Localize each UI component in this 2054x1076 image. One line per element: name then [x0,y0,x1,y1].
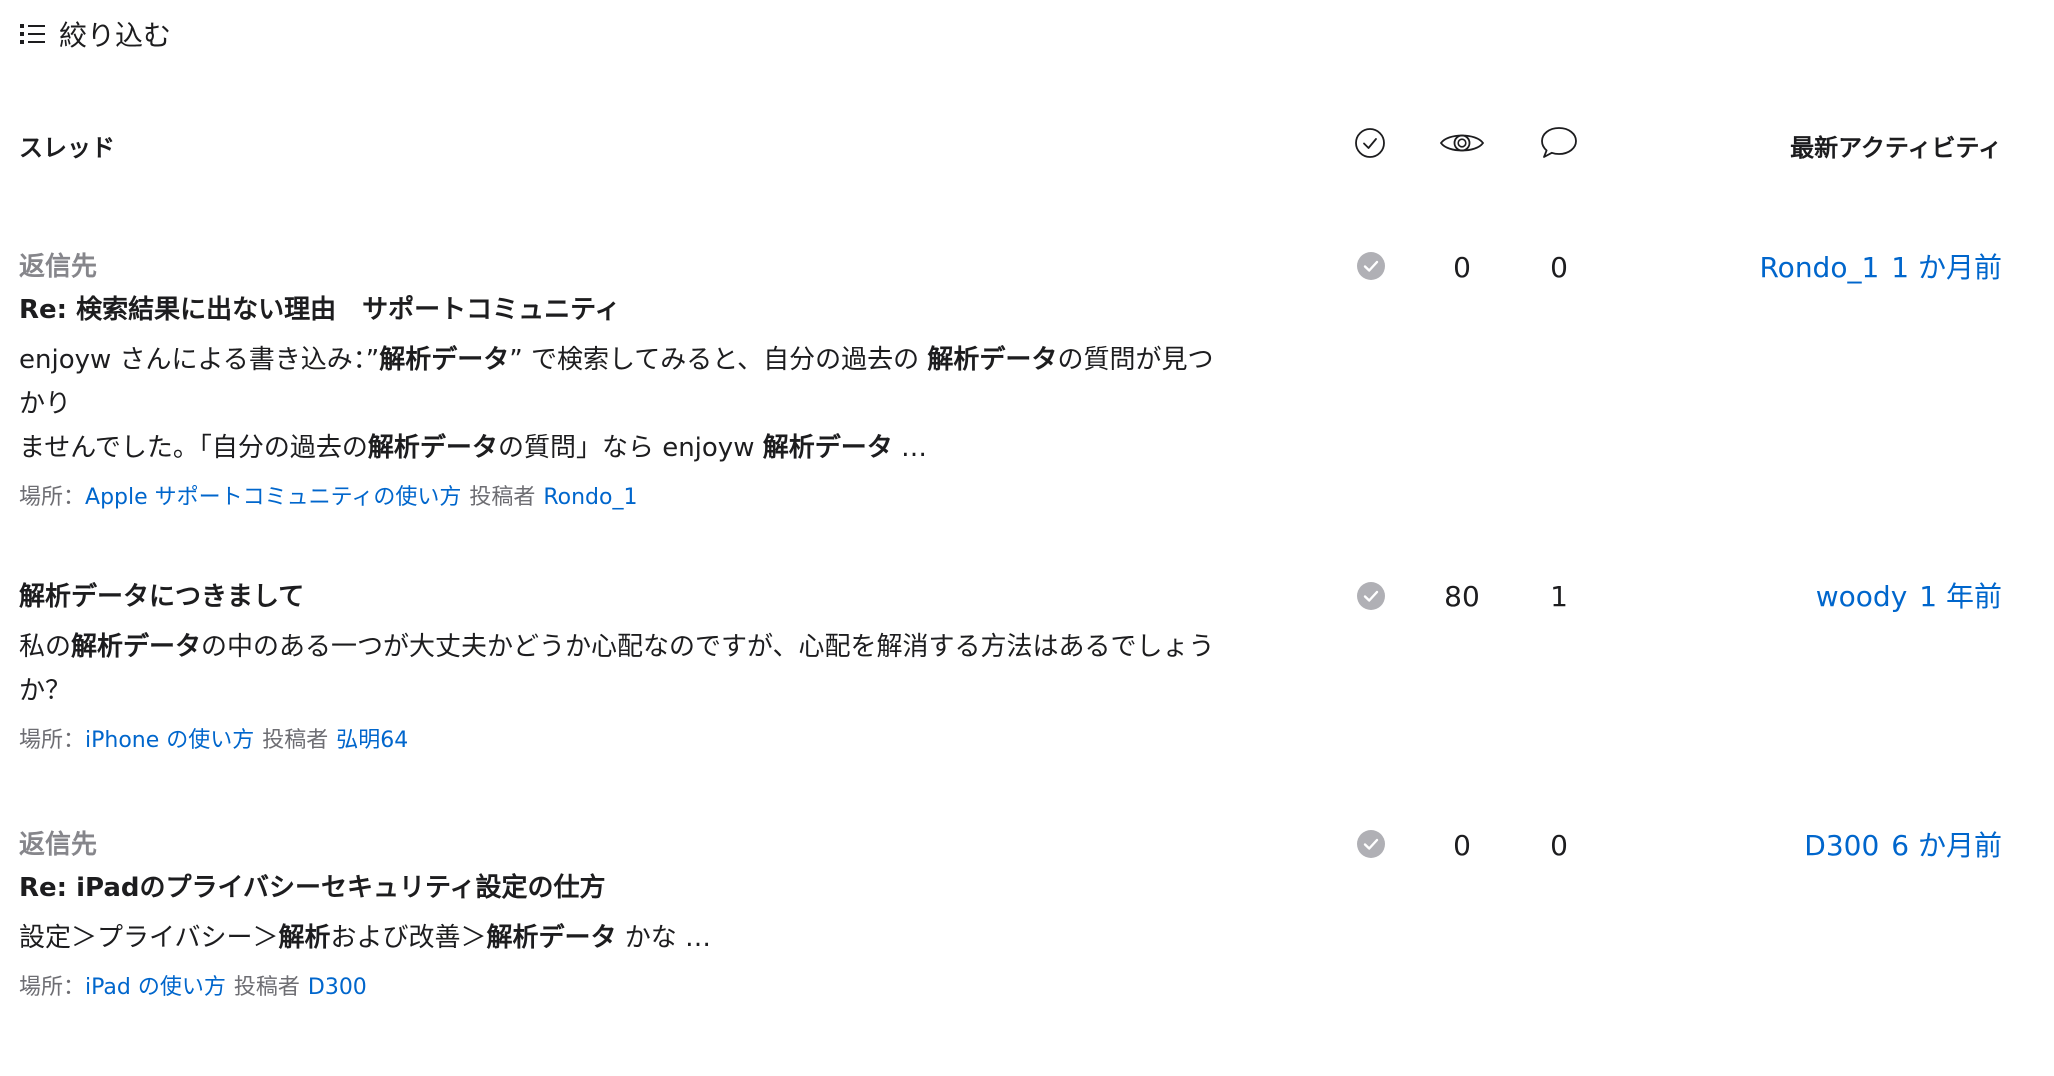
filter-button[interactable]: 絞り込む [19,14,171,54]
latest-time-link[interactable]: 1 か月前 [1891,251,2002,284]
poster-label: 投稿者 [233,975,300,1000]
excerpt-text: かな … [616,923,712,953]
poster-label: 投稿者 [262,728,329,753]
location-label: 場所： [19,975,86,1000]
highlighted-term: 解析データ [379,345,510,375]
excerpt-text: … [892,433,928,463]
excerpt-text: enjoyw さんによる書き込み：” [19,345,380,375]
poster-link[interactable]: Rondo_1 [543,485,637,510]
header-thread: スレッド [19,134,115,162]
thread-excerpt: enjoyw さんによる書き込み：”解析データ” で検索してみると、自分の過去の… [19,338,1229,470]
location-label: 場所： [19,728,86,753]
reply-to-label: 返信先 [19,830,98,860]
excerpt-text: ” で検索してみると、自分の過去の [509,345,928,375]
excerpt-text: および改善＞ [330,923,487,953]
highlighted-term: 解析データ [486,923,617,953]
views-count: 0 [1453,829,1471,862]
list-filter-icon [20,24,45,44]
highlighted-term: 解析データ [367,433,498,463]
header-solved [1350,120,1390,166]
thread-excerpt: 設定＞プライバシー＞解析および改善＞解析データ かな … [19,916,1229,960]
solved-badge-icon [1357,830,1385,858]
latest-user-link[interactable]: Rondo_1 [1759,251,1879,284]
thread-meta: 場所：Apple サポートコミュニティの使い方 投稿者 Rondo_1 [19,480,1229,516]
table-header: スレッド 最新アクティビティ [0,120,2054,170]
thread-meta: 場所：iPad の使い方 投稿者 D300 [19,970,1229,1006]
highlighted-term: 解析データ [71,632,202,662]
solved-badge-icon [1357,582,1385,610]
replies-count: 0 [1550,251,1568,284]
latest-time-link[interactable]: 1 年前 [1919,580,2002,613]
latest-activity[interactable]: woody 1 年前 [1816,579,2002,615]
thread-title[interactable]: 解析データにつきまして [19,577,1229,617]
highlighted-term: 解析データ [927,345,1058,375]
views-count: 80 [1444,580,1480,613]
reply-to-label: 返信先 [19,252,98,282]
header-views [1432,120,1492,166]
poster-link[interactable]: D300 [308,975,367,1000]
speech-bubble-icon [1541,127,1577,158]
excerpt-text: 設定＞プライバシー＞ [19,923,279,953]
excerpt-text: の質問」なら enjoyw [497,433,763,463]
filter-label: 絞り込む [59,19,172,52]
eye-icon [1439,134,1485,152]
excerpt-text: 私の [19,632,72,662]
thread-title[interactable]: Re: 検索結果に出ない理由 サポートコミュニティ [19,290,1229,330]
thread-excerpt: 私の解析データの中のある一つが大丈夫かどうか心配なのですが、心配を解消する方法は… [19,625,1229,713]
thread-title-link[interactable]: Re: 検索結果に出ない理由 サポートコミュニティ [19,295,621,325]
replies-count: 1 [1550,580,1568,613]
views-count: 0 [1453,251,1471,284]
poster-link[interactable]: 弘明64 [336,728,408,753]
thread-title-link[interactable]: Re: iPadのプライバシーセキュリティ設定の仕方 [19,873,605,903]
header-latest-activity: 最新アクティビティ [1790,134,2002,162]
location-link[interactable]: iPad の使い方 [85,975,226,1000]
check-circle-icon [1355,128,1385,158]
latest-user-link[interactable]: woody [1816,580,1908,613]
latest-activity[interactable]: D300 6 か月前 [1804,828,2002,864]
thread-title-link[interactable]: 解析データにつきまして [19,582,304,612]
poster-label: 投稿者 [469,485,536,510]
solved-badge-icon [1357,252,1385,280]
latest-time-link[interactable]: 6 か月前 [1891,829,2002,862]
highlighted-term: 解析 [278,923,331,953]
excerpt-text: ませんでした。「自分の過去の [19,433,368,463]
thread-meta: 場所：iPhone の使い方 投稿者 弘明64 [19,723,1229,759]
header-replies [1535,120,1583,166]
thread-title[interactable]: Re: iPadのプライバシーセキュリティ設定の仕方 [19,868,1229,908]
location-link[interactable]: iPhone の使い方 [85,728,254,753]
highlighted-term: 解析データ [762,433,893,463]
location-link[interactable]: Apple サポートコミュニティの使い方 [85,485,461,510]
replies-count: 0 [1550,829,1568,862]
latest-activity[interactable]: Rondo_1 1 か月前 [1759,250,2002,286]
latest-user-link[interactable]: D300 [1804,829,1879,862]
location-label: 場所： [19,485,86,510]
